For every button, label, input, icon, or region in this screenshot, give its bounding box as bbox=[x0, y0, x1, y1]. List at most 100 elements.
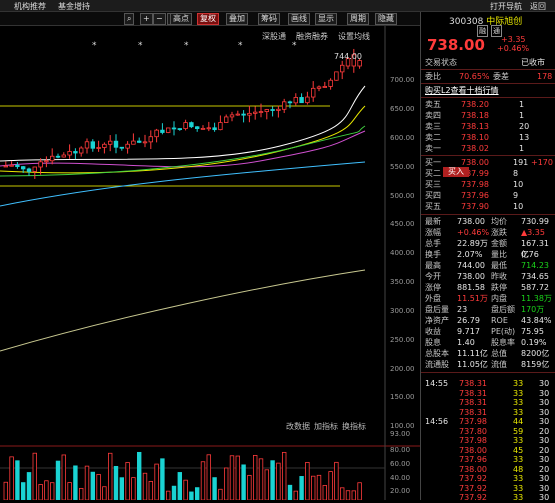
bid-row[interactable]: 买二 737.99 8 bbox=[421, 168, 555, 179]
ask-row[interactable]: 卖三 738.13 20 bbox=[421, 121, 555, 132]
stat-value: 587.72 bbox=[521, 283, 549, 292]
adjust-button[interactable]: 复权 bbox=[197, 13, 219, 25]
candle-body bbox=[119, 146, 124, 149]
stat-value: 1.40 bbox=[457, 338, 475, 347]
high-point-button[interactable]: 高点 bbox=[170, 13, 192, 25]
period-button[interactable]: 周期 bbox=[347, 13, 369, 25]
order-ratio-row: 委比 70.65% 委差 178 bbox=[425, 72, 553, 81]
ask-row[interactable]: 卖二 738.10 13 bbox=[421, 132, 555, 143]
add-indicator-tab[interactable]: 加指标 bbox=[314, 421, 338, 432]
ask-row[interactable]: 卖四 738.18 1 bbox=[421, 110, 555, 121]
volume-bar bbox=[310, 475, 316, 501]
hide-button[interactable]: 隐藏 bbox=[375, 13, 397, 25]
last-price: 738.00 bbox=[427, 36, 485, 54]
volume-bar bbox=[177, 472, 182, 501]
bid-row[interactable]: 买五 737.90 10 bbox=[421, 201, 555, 212]
stat-value: 0.76 bbox=[521, 250, 539, 259]
volume-bar bbox=[160, 458, 165, 501]
y-tick: 400.00 bbox=[390, 249, 415, 257]
stat-label: 涨停 bbox=[425, 283, 441, 292]
bid-row[interactable]: 买一 738.00 191 +170 bbox=[421, 157, 555, 168]
stat-value: 11.05亿 bbox=[457, 360, 488, 369]
peak-label: 744.00 bbox=[334, 52, 362, 61]
stat-value: 8159亿 bbox=[521, 360, 550, 369]
stat-label: 总股本 bbox=[425, 349, 449, 358]
y-tick: 650.00 bbox=[390, 105, 415, 113]
stat-value: 881.58 bbox=[457, 283, 485, 292]
y-tick: 150.00 bbox=[390, 393, 415, 401]
recommend-link[interactable]: 机构推荐 bbox=[14, 1, 46, 12]
volume-bar bbox=[194, 487, 200, 501]
bid-row[interactable]: 买四 737.96 9 bbox=[421, 190, 555, 201]
overlay-button[interactable]: 叠加 bbox=[226, 13, 248, 25]
buy-button[interactable]: 买入 bbox=[443, 167, 469, 177]
level2-banner[interactable]: 购买L2查看十档行情 bbox=[425, 85, 499, 96]
vol-tick: 40.00 bbox=[390, 474, 411, 482]
volume-bar bbox=[102, 486, 107, 501]
volume-bar bbox=[328, 471, 333, 501]
stat-label: 内盘 bbox=[491, 294, 507, 303]
vol-tick: 60.00 bbox=[390, 460, 411, 468]
change-value: +3.35 bbox=[501, 35, 526, 44]
volume-bar bbox=[218, 488, 223, 501]
bid-volume: 10 bbox=[513, 202, 524, 211]
volume-bar bbox=[345, 490, 351, 501]
ma-settings-link[interactable]: 设置均线 bbox=[338, 31, 370, 42]
bid-label: 买四 bbox=[425, 191, 441, 200]
candle-body bbox=[165, 127, 171, 133]
fund-link[interactable]: 基金增持 bbox=[58, 1, 90, 12]
event-marker: * bbox=[238, 41, 243, 51]
candle-body bbox=[287, 101, 293, 104]
open-nav-link[interactable]: 打开导航 bbox=[490, 1, 522, 12]
candle-body bbox=[339, 64, 345, 73]
candle-body bbox=[55, 155, 61, 158]
ask-row[interactable]: 卖五 738.20 1 bbox=[421, 99, 555, 110]
volume-bar bbox=[235, 455, 240, 501]
ask-price: 738.10 bbox=[461, 133, 489, 142]
stat-value: 2.07% bbox=[457, 250, 483, 259]
volume-bar bbox=[55, 460, 61, 501]
stat-value: 8200亿 bbox=[521, 349, 550, 358]
candle-body bbox=[67, 151, 72, 156]
tick-row: 737.92 33 30 bbox=[421, 492, 555, 503]
volume-bar bbox=[165, 490, 171, 501]
candle-body bbox=[148, 136, 153, 143]
chips-button[interactable]: 筹码 bbox=[258, 13, 280, 25]
stat-value: 9.717 bbox=[457, 327, 480, 336]
stat-value: 22.89万 bbox=[457, 239, 488, 248]
volume-bar bbox=[189, 491, 194, 501]
stat-value: 11.51万 bbox=[457, 294, 488, 303]
display-button[interactable]: 显示 bbox=[315, 13, 337, 25]
stat-label: 换手 bbox=[425, 250, 441, 259]
stat-value: 11.38万 bbox=[521, 294, 552, 303]
stat-label: 总手 bbox=[425, 239, 441, 248]
stat-row: 最高 744.00 最低 714.23 bbox=[421, 260, 555, 271]
candle-body bbox=[270, 109, 275, 111]
volume-bar bbox=[154, 463, 159, 501]
bid-change: +170 bbox=[531, 158, 553, 167]
bid-price: 737.96 bbox=[461, 191, 489, 200]
candle-body bbox=[108, 140, 113, 145]
edit-data-tab[interactable]: 改数据 bbox=[286, 421, 310, 432]
quote-panel: 300308 中际旭创 融 通 738.00 +3.35 +0.46% 交易状态… bbox=[420, 12, 555, 503]
draw-line-button[interactable]: 画线 bbox=[288, 13, 310, 25]
event-marker: * bbox=[184, 41, 189, 51]
zoom-out-button[interactable]: − bbox=[153, 13, 166, 25]
stat-label: 昨收 bbox=[491, 272, 507, 281]
candle-body bbox=[154, 129, 159, 138]
ask-label: 卖二 bbox=[425, 133, 441, 142]
ask-row[interactable]: 卖一 738.02 1 bbox=[421, 143, 555, 154]
y-tick: 600.00 bbox=[390, 134, 415, 142]
candle-body bbox=[218, 122, 223, 131]
candle-body bbox=[160, 129, 165, 133]
switch-indicator-tab[interactable]: 换指标 bbox=[342, 421, 366, 432]
event-marker: * bbox=[138, 41, 143, 51]
back-link[interactable]: 返回 bbox=[530, 1, 546, 12]
candle-body bbox=[247, 112, 252, 116]
search-icon[interactable]: ⌕ bbox=[124, 13, 135, 25]
bid-row[interactable]: 买三 737.98 10 bbox=[421, 179, 555, 190]
zoom-in-button[interactable]: + bbox=[140, 13, 153, 25]
ask-volume: 1 bbox=[519, 100, 525, 109]
volume-bar bbox=[339, 487, 345, 501]
volume-bar bbox=[293, 490, 298, 501]
